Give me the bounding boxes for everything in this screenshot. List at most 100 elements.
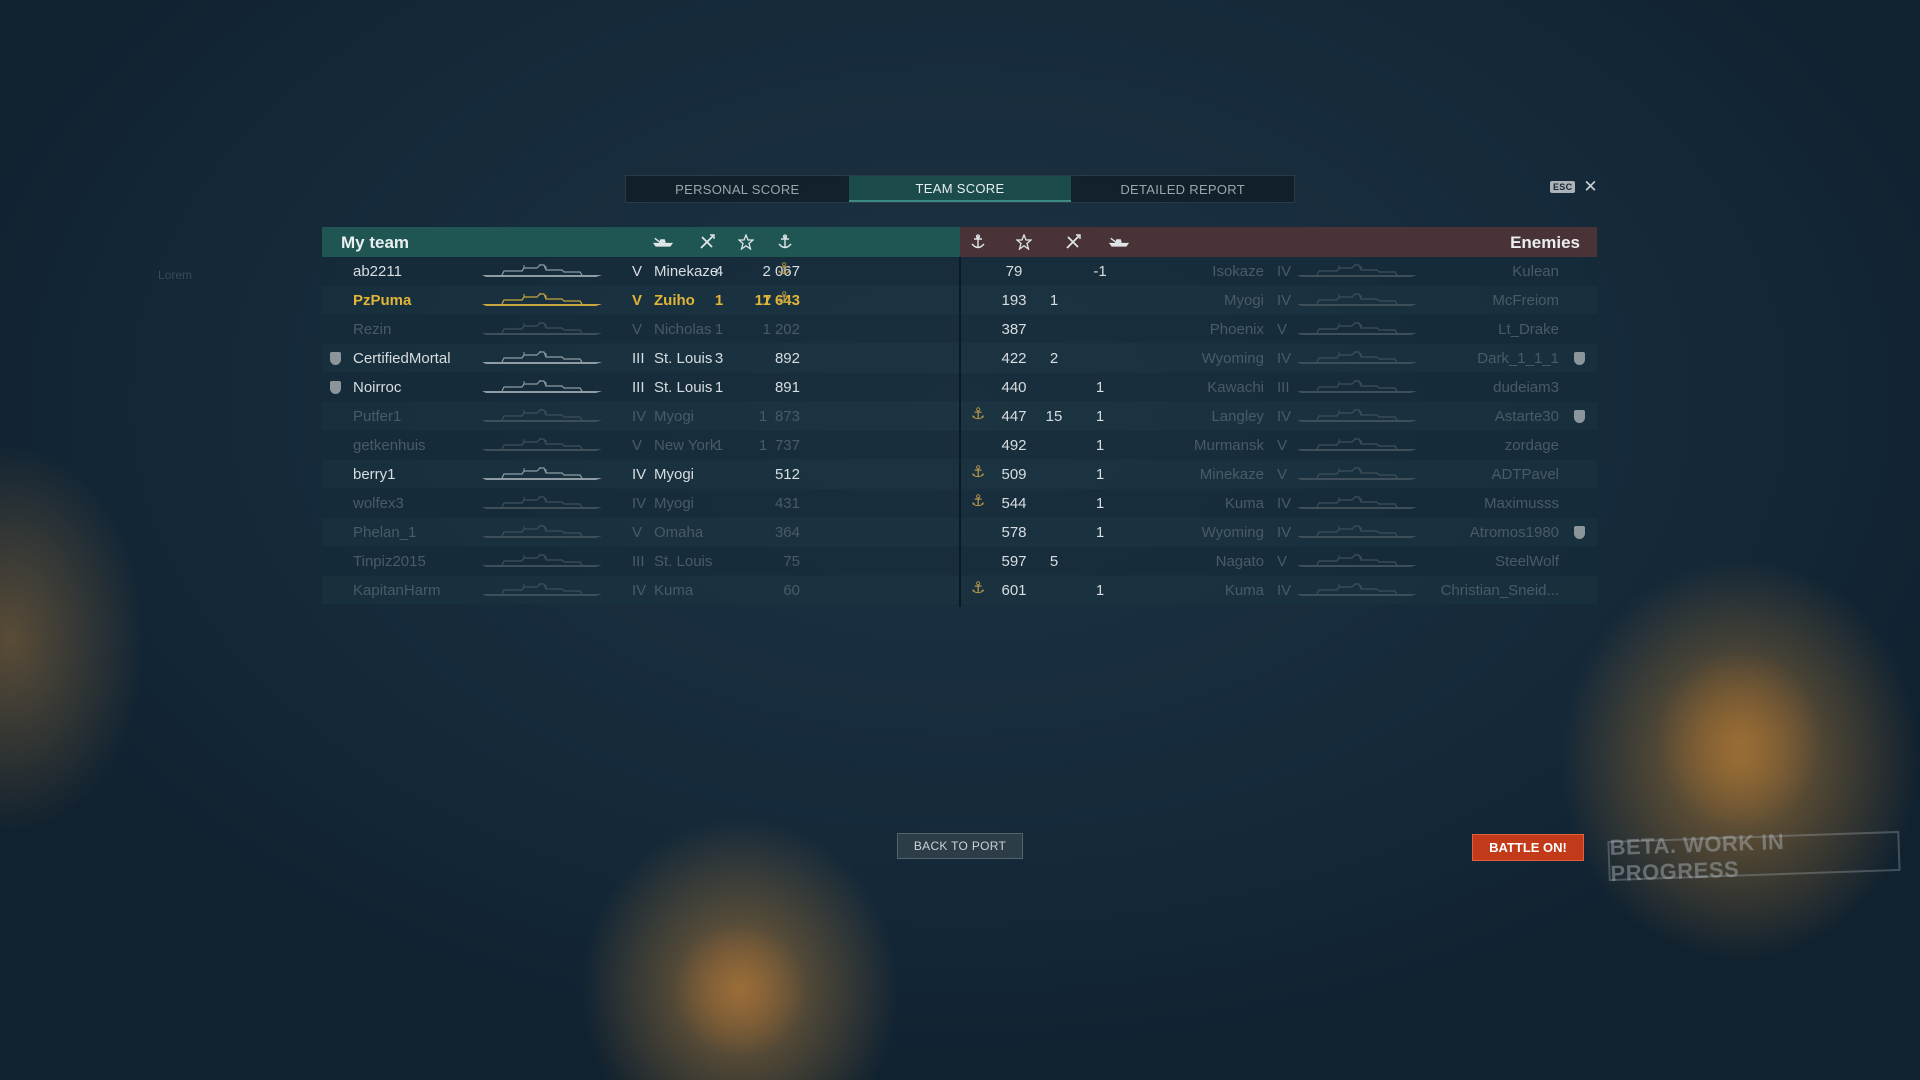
enemy-player-name: ADTPavel [1491,466,1559,483]
enemy-ship-name: Kuma [1224,495,1264,512]
ship-silhouette-icon [482,407,602,423]
enemy-ship-kills: 1 [1095,495,1105,512]
base-capture-icon: ⚓ [971,406,986,423]
scoreboard-row[interactable]: CertifiedMortal III St. Louis 3 892 422 2 Wyomi… [322,344,1597,373]
back-to-port-button[interactable]: BACK TO PORT [897,833,1023,859]
team-scoreboard: My team Enemies ab2211 V Minekaze 4 2 067 ⚓ 79… [322,227,1597,607]
clan-shield-icon [330,352,341,365]
ship-tier: V [632,321,643,338]
ship-tier: IV [632,495,647,512]
ship-tier: V [632,524,643,541]
enemy-player-name: Astarte30 [1494,408,1559,425]
enemy-score: 597 [1001,553,1027,570]
ship-name: Myogi [654,466,695,483]
ship-tier: III [632,553,645,570]
enemy-score-star-icon [1013,234,1035,250]
enemy-ship-silhouette-icon [1297,465,1417,481]
scoreboard-row[interactable]: berry1 IV Myogi 512 ⚓ 509 1 Minekaze V ADTPavel [322,460,1597,489]
scoreboard-row[interactable]: ab2211 V Minekaze 4 2 067 ⚓ 79 -1 Isokaze IV Kulea… [322,257,1597,286]
close-control[interactable]: ESC ✕ [1550,178,1598,195]
battle-on-button[interactable]: BATTLE ON! [1472,834,1584,861]
scoreboard-row[interactable]: PzPuma V Zuiho 1 17 1 643 ⚓ 193 1 Myogi IV McFreiom [322,286,1597,315]
player-name: PzPuma [353,292,412,309]
enemy-ship-tier: V [1277,466,1288,483]
player-name: getkenhuis [353,437,426,454]
enemy-ship-kills-icon [1108,234,1130,250]
base-capture-icon: ⚓ [971,464,986,481]
enemy-ship-kills: -1 [1093,263,1107,280]
ship-silhouette-icon [482,320,602,336]
scoreboard-row[interactable]: Phelan_1 V Omaha 364 578 1 Wyoming IV Atromos198… [322,518,1597,547]
score-star-icon [735,234,757,250]
enemy-score: 193 [1001,292,1027,309]
scoreboard-row[interactable]: KapitanHarm IV Kuma 60 ⚓ 601 1 Kuma IV Christian_… [322,576,1597,605]
close-icon[interactable]: ✕ [1583,178,1597,195]
enemy-ship-tier: IV [1277,292,1292,309]
enemy-score: 578 [1001,524,1027,541]
player-name: Rezin [353,321,392,338]
score: 873 [774,408,800,425]
enemy-ship-tier: IV [1277,582,1292,599]
ship-silhouette-icon [482,523,602,539]
enemy-ship-tier: IV [1277,408,1292,425]
enemy-plane-kills: 15 [1045,408,1063,425]
ship-silhouette-icon [482,552,602,568]
enemy-player-name: Kulean [1512,263,1559,280]
clan-shield-icon [330,381,341,394]
ship-tier: IV [632,408,647,425]
score: 431 [774,495,800,512]
scoreboard-row[interactable]: Tinpiz2015 III St. Louis 75 597 5 Nagato V Steel… [322,547,1597,576]
enemy-plane-kills: 1 [1049,292,1059,309]
enemy-player-name: McFreiom [1492,292,1559,309]
ship-tier: V [632,437,643,454]
enemy-ship-silhouette-icon [1297,552,1417,568]
scoreboard-row[interactable]: Noirroc III St. Louis 1 891 440 1 Kawachi III dud… [322,373,1597,402]
scoreboard-row[interactable]: getkenhuis V New York 1 1 737 492 1 Murmansk Vzor… [322,431,1597,460]
ship-silhouette-icon [482,349,602,365]
base-capture-icon: ⚓ [971,580,986,597]
enemy-ship-silhouette-icon [1297,291,1417,307]
enemy-ship-kills: 1 [1095,466,1105,483]
enemy-ship-silhouette-icon [1297,523,1417,539]
enemy-ship-silhouette-icon [1297,320,1417,336]
scoreboard-row[interactable]: Putfer1 IV Myogi 1 873 ⚓ 447 15 1 Langley IV Astart… [322,402,1597,431]
tab-detailed-report[interactable]: DETAILED REPORT [1071,176,1294,202]
score: 75 [783,553,800,570]
enemy-ship-kills: 1 [1095,408,1105,425]
enemy-score: 601 [1001,582,1027,599]
ship-silhouette-icon [482,581,602,597]
scoreboard-row[interactable]: Rezin V Nicholas 1 1 202 387 Phoenix V Lt_Drake [322,315,1597,344]
enemy-ship-name: Kuma [1224,582,1264,599]
enemy-ship-kills: 1 [1095,379,1105,396]
faint-background-label: Lorem [158,268,193,282]
enemy-ship-tier: III [1277,379,1290,396]
enemy-ship-silhouette-icon [1297,494,1417,510]
enemy-plane-kills: 2 [1049,350,1059,367]
enemy-score: 544 [1001,495,1027,512]
esc-key-badge: ESC [1550,181,1576,193]
enemy-ship-tier: IV [1277,524,1292,541]
player-name: Putfer1 [353,408,402,425]
ship-tier: III [632,350,645,367]
ship-name: Myogi [654,495,695,512]
ship-name: Omaha [654,524,704,541]
ship-name: St. Louis [654,553,713,570]
ship-tier: IV [632,582,647,599]
ship-silhouette-icon [482,378,602,394]
my-team-header: My team [322,227,960,257]
enemy-ship-tier: V [1277,437,1288,454]
player-name: Tinpiz2015 [353,553,426,570]
tab-team-score[interactable]: TEAM SCORE [848,176,1072,202]
score: 60 [783,582,800,599]
enemy-ship-silhouette-icon [1297,378,1417,394]
enemy-ship-name: Isokaze [1212,263,1264,280]
enemy-player-name: dudeiam3 [1493,379,1559,396]
player-name: ab2211 [353,263,402,280]
score: 1 202 [762,321,800,338]
enemy-ship-kills: 1 [1095,437,1105,454]
enemy-score: 447 [1001,408,1027,425]
enemies-header: Enemies [960,227,1597,257]
tab-personal-score[interactable]: PERSONAL SCORE [626,176,849,202]
enemy-ship-name: Murmansk [1193,437,1264,454]
scoreboard-row[interactable]: wolfex3 IV Myogi 431 ⚓ 544 1 Kuma IV Maximusss [322,489,1597,518]
